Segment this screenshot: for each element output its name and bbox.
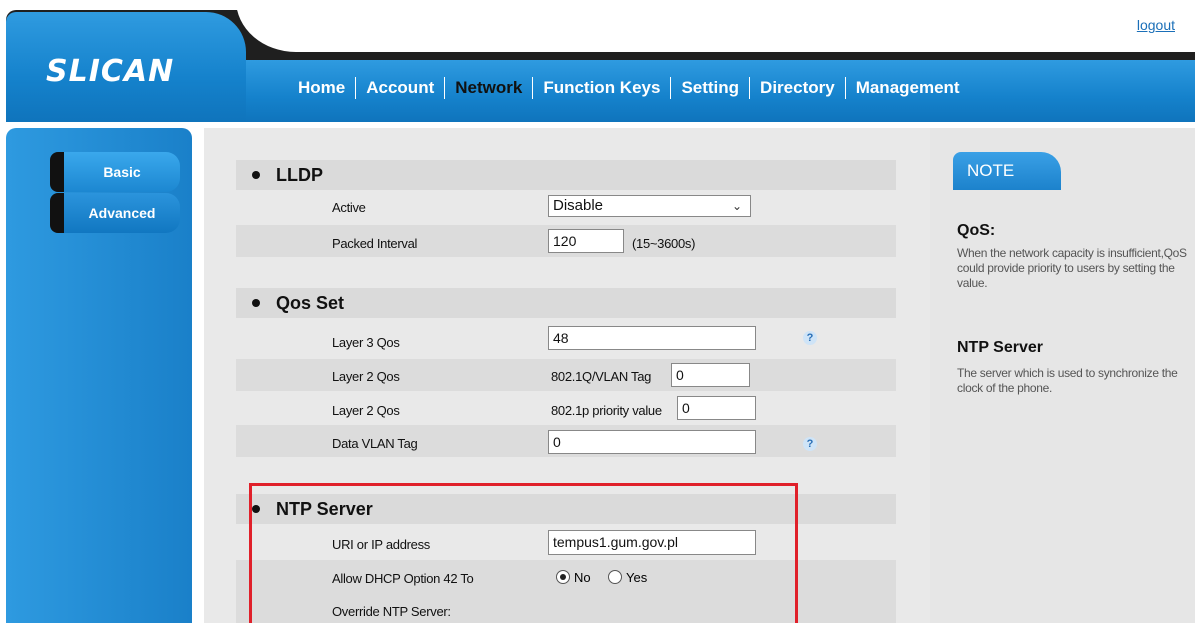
logout-link[interactable]: logout	[1137, 17, 1175, 33]
note-title-qos: QoS:	[957, 222, 996, 239]
lldp-active-select[interactable]: Disable ⌄	[548, 195, 751, 217]
nav-management[interactable]: Management	[846, 78, 970, 98]
section-title: LLDP	[276, 165, 323, 185]
data-vlan-input[interactable]: 0	[548, 430, 756, 454]
field-label: Active	[332, 200, 366, 215]
field-label: Layer 2 Qos	[332, 403, 400, 418]
logo: SLICAN	[46, 54, 175, 89]
nav-network[interactable]: Network	[445, 78, 532, 98]
note-title-ntp: NTP Server	[957, 339, 1043, 356]
nav-function-keys[interactable]: Function Keys	[533, 78, 670, 98]
field-label: Packed Interval	[332, 236, 418, 251]
layer3-qos-input[interactable]: 48	[548, 326, 756, 350]
field-prefix: 802.1Q/VLAN Tag	[551, 369, 652, 384]
range-hint: (15~3600s)	[632, 236, 696, 251]
note-body-qos: When the network capacity is insufficien…	[957, 246, 1187, 290]
note-body-ntp: The server which is used to synchronize …	[957, 366, 1178, 395]
layer2-vlan-input[interactable]: 0	[671, 363, 750, 387]
nav-directory[interactable]: Directory	[750, 78, 845, 98]
note-tab: NOTE	[953, 152, 1061, 190]
section-qos-header: Qos Set	[236, 288, 896, 318]
nav-home[interactable]: Home	[288, 78, 355, 98]
select-value: Disable	[553, 197, 604, 214]
highlight-box	[249, 483, 798, 623]
field-label: Layer 2 Qos	[332, 369, 400, 384]
sidebar-item-basic[interactable]: Basic	[50, 152, 180, 192]
layer2-priority-input[interactable]: 0	[677, 396, 756, 420]
chevron-down-icon: ⌄	[731, 199, 742, 213]
row-layer2-vlan: Layer 2 Qos 802.1Q/VLAN Tag	[236, 359, 896, 391]
field-label: Data VLAN Tag	[332, 436, 418, 451]
nav-setting[interactable]: Setting	[671, 78, 749, 98]
main-nav: Home Account Network Function Keys Setti…	[288, 77, 970, 99]
section-title: Qos Set	[276, 293, 345, 313]
field-label: Layer 3 Qos	[332, 335, 400, 350]
sidebar-item-advanced[interactable]: Advanced	[50, 193, 180, 233]
bullet-icon	[252, 171, 260, 179]
header-white-cut	[236, 0, 1195, 52]
row-layer2-priority: Layer 2 Qos 802.1p priority value	[236, 392, 896, 424]
bullet-icon	[252, 299, 260, 307]
help-icon[interactable]: ?	[803, 437, 817, 451]
lldp-interval-input[interactable]: 120	[548, 229, 624, 253]
help-icon[interactable]: ?	[803, 331, 817, 345]
nav-account[interactable]: Account	[356, 78, 444, 98]
field-prefix: 802.1p priority value	[551, 403, 662, 418]
section-lldp-header: LLDP	[236, 160, 896, 190]
